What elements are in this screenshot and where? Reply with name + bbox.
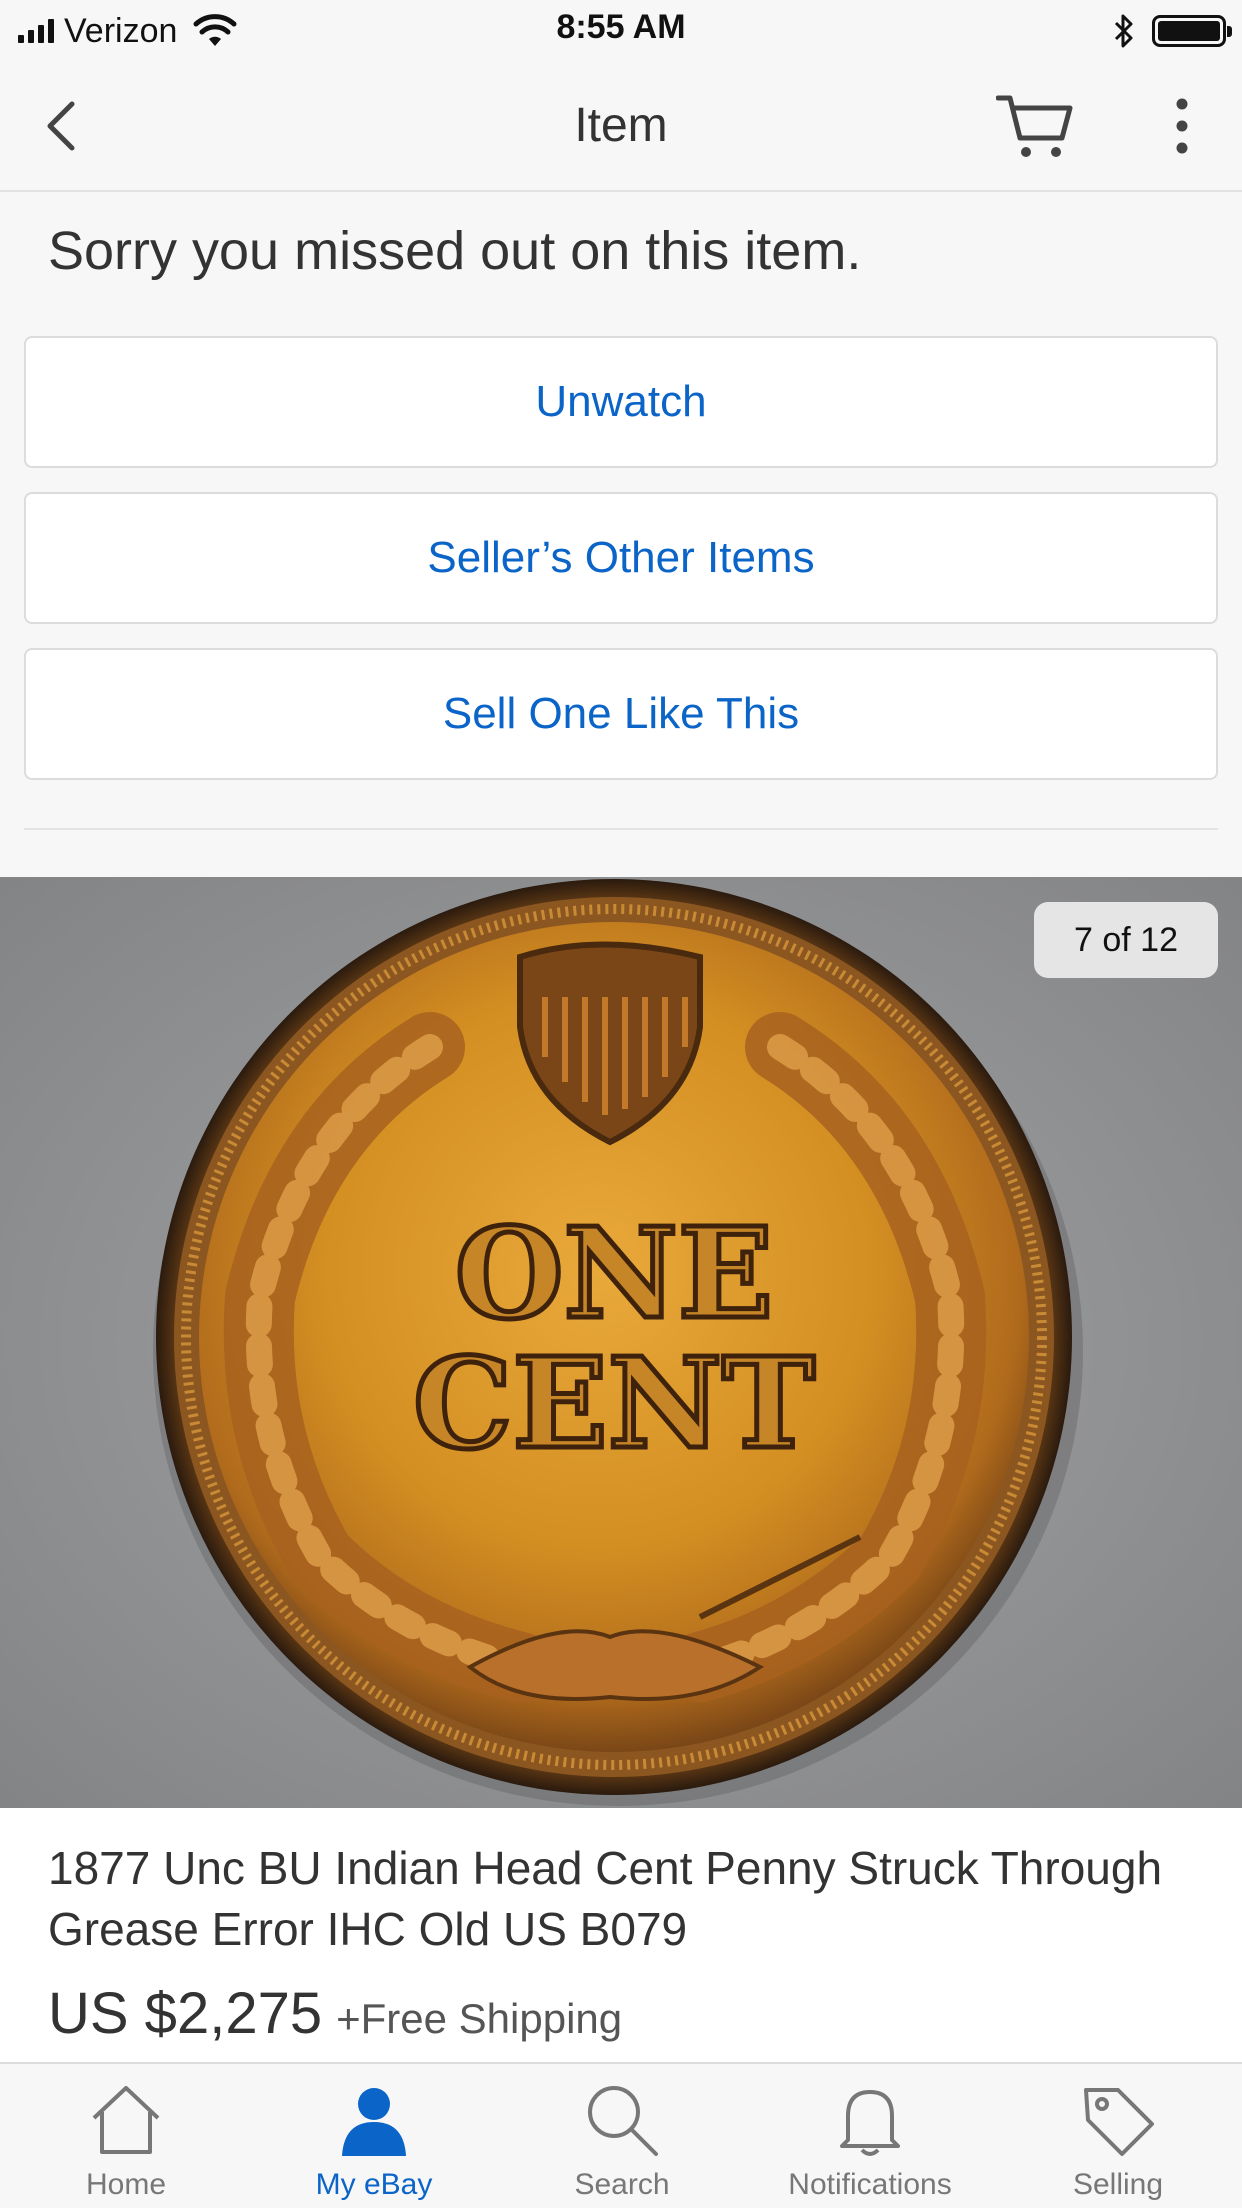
tab-selling-label: Selling	[1072, 2168, 1164, 2201]
bell-icon	[840, 2090, 900, 2156]
coin-text-cent: CENT	[413, 1331, 815, 1477]
tab-home[interactable]: Home	[2, 2064, 250, 2208]
item-image-gallery[interactable]: ONE CENT 7 of 12	[0, 877, 1242, 1808]
home-icon	[92, 2086, 160, 2154]
tag-icon	[1084, 2088, 1154, 2156]
bluetooth-icon	[1114, 14, 1133, 48]
tab-notifications-label: Notifications	[788, 2168, 952, 2201]
tab-my-ebay[interactable]: My eBay	[250, 2064, 498, 2208]
tab-notifications[interactable]: Notifications	[746, 2064, 994, 2208]
divider	[24, 828, 1218, 830]
tab-selling[interactable]: Selling	[994, 2064, 1242, 2208]
image-counter-badge: 7 of 12	[1034, 902, 1218, 978]
status-bar: Verizon 8:55 AM	[0, 0, 1242, 62]
sell-one-like-this-button[interactable]: Sell One Like This	[24, 648, 1218, 780]
status-time: 8:55 AM	[556, 8, 686, 46]
battery-icon	[1152, 15, 1232, 47]
tab-search-label: Search	[574, 2168, 670, 2201]
tab-my-ebay-label: My eBay	[315, 2168, 433, 2201]
tab-search[interactable]: Search	[498, 2064, 746, 2208]
item-price: US $2,275	[48, 1981, 323, 2046]
more-options-icon[interactable]	[1168, 98, 1196, 154]
price-row: US $2,275 +Free Shipping	[48, 1980, 622, 2047]
shipping-info: +Free Shipping	[336, 1995, 623, 2042]
sellers-other-items-button[interactable]: Seller’s Other Items	[24, 492, 1218, 624]
bottom-tab-bar: Home My eBay Search Notifications Sellin…	[0, 2062, 1242, 2208]
unwatch-button[interactable]: Unwatch	[24, 336, 1218, 468]
navigation-bar: Item	[0, 62, 1242, 192]
status-right	[1112, 10, 1232, 52]
item-title: 1877 Unc BU Indian Head Cent Penny Struc…	[48, 1842, 1163, 1955]
coin-text-one: ONE	[455, 1201, 773, 1347]
search-icon	[588, 2086, 658, 2156]
cart-icon[interactable]	[996, 92, 1076, 162]
person-icon	[342, 2088, 406, 2156]
item-details: 1877 Unc BU Indian Head Cent Penny Struc…	[0, 1808, 1242, 2062]
missed-item-message: Sorry you missed out on this item.	[48, 221, 862, 281]
coin-photo: ONE CENT	[0, 877, 1242, 1808]
tab-home-label: Home	[85, 2168, 167, 2201]
